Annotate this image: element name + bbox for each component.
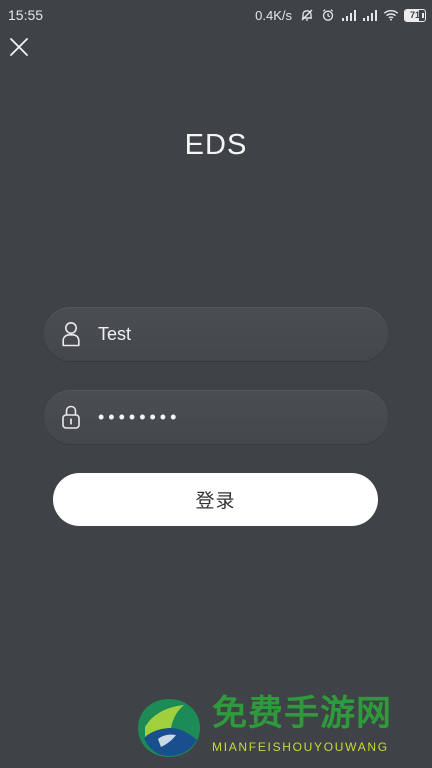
watermark-logo-icon	[138, 699, 200, 757]
status-time: 15:55	[8, 7, 44, 23]
close-button[interactable]	[8, 36, 30, 58]
battery: 71	[404, 8, 426, 22]
watermark-title: 免费手游网	[212, 694, 393, 733]
status-bar: 15:55 0.4K/s 71	[0, 0, 432, 30]
lock-icon	[60, 403, 82, 431]
login-button[interactable]: 登录	[53, 473, 378, 526]
watermark: 免费手游网 MIANFEISHOUYOUWANG	[136, 690, 426, 762]
password-field[interactable]: ••••••••	[44, 390, 388, 444]
network-speed: 0.4K/s	[255, 7, 292, 23]
username-input[interactable]: Test	[98, 324, 358, 345]
alarm-icon	[320, 7, 336, 23]
battery-icon: 71	[404, 8, 426, 22]
signal-icon	[362, 7, 378, 23]
watermark-subtitle: MIANFEISHOUYOUWANG	[212, 740, 389, 754]
page-title: EDS	[184, 129, 248, 161]
wifi-icon	[383, 7, 399, 23]
battery-level: 71	[409, 9, 420, 20]
close-icon	[10, 38, 28, 56]
signal-icon	[341, 7, 357, 23]
password-input[interactable]: ••••••••	[98, 407, 180, 428]
notification-muted-icon	[299, 7, 315, 23]
status-right: 0.4K/s 71	[255, 7, 426, 23]
status-left: 15:55	[8, 7, 43, 23]
username-field[interactable]: Test	[44, 307, 388, 361]
user-icon	[60, 320, 82, 348]
